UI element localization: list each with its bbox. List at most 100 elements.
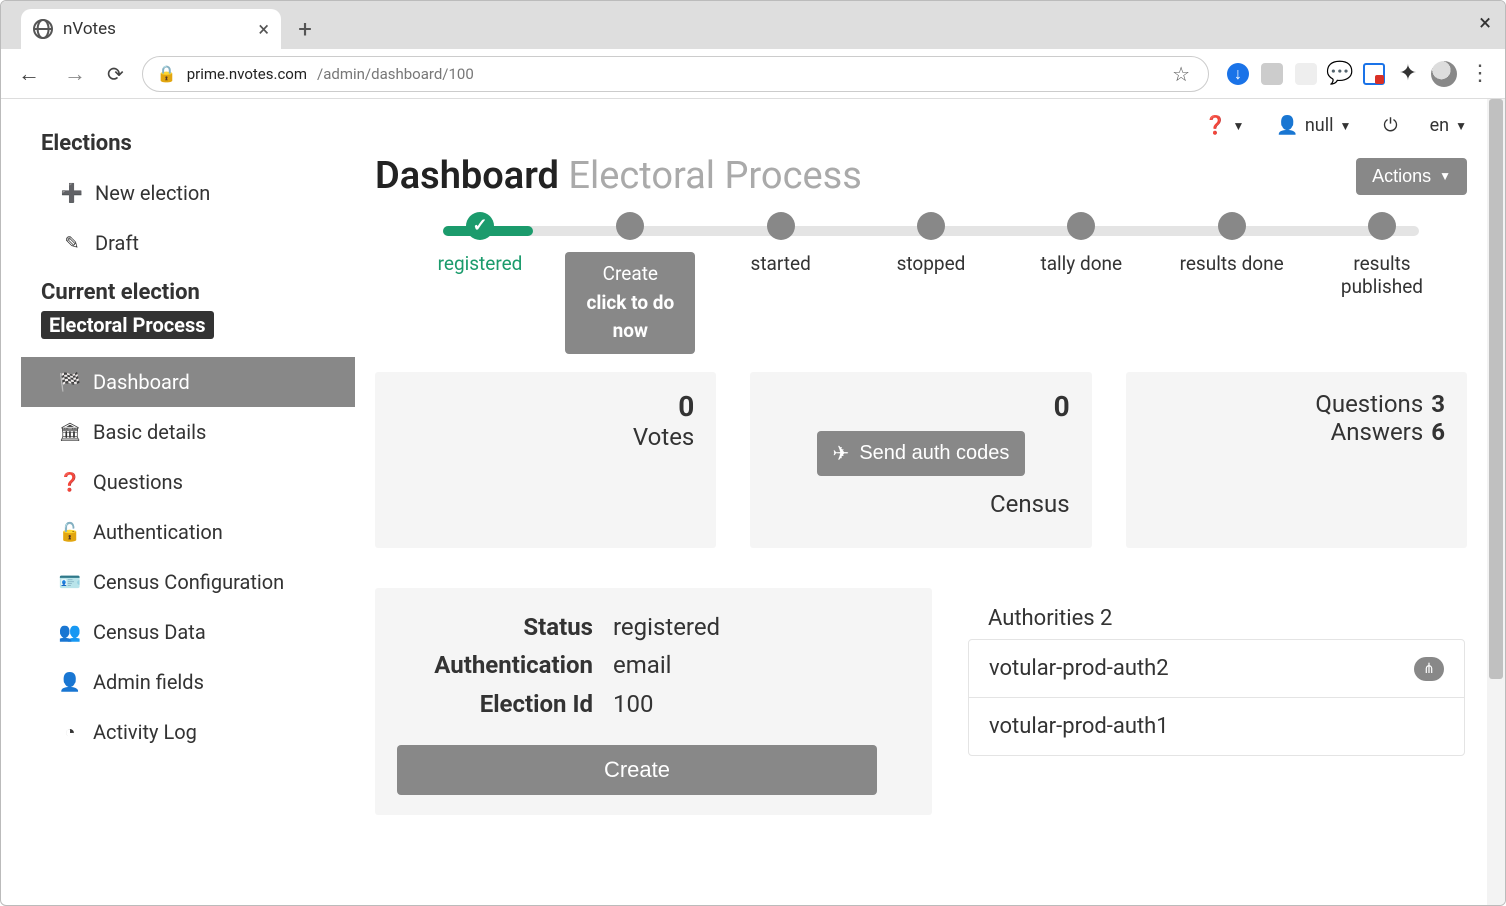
caret-down-icon: ▼: [1439, 169, 1451, 183]
nav-label: Admin fields: [93, 670, 204, 694]
popup-line-2: click to do now: [579, 289, 681, 346]
extension-icon[interactable]: 💬: [1329, 63, 1351, 85]
top-toolbar: ❓ ▼ 👤 null ▼ ⏻ en ▼: [375, 115, 1467, 136]
authority-item[interactable]: votular-prod-auth2 ⋔: [969, 640, 1464, 698]
nav-dashboard[interactable]: 🏁 Dashboard: [21, 357, 355, 407]
nav-label: Census Configuration: [93, 570, 284, 594]
authority-item[interactable]: votular-prod-auth1: [969, 698, 1464, 755]
step-results-published[interactable]: results published: [1317, 212, 1447, 298]
extensions-button[interactable]: ✦: [1397, 63, 1419, 85]
sidebar-title: Elections: [21, 119, 355, 168]
step-create-popup[interactable]: Create click to do now: [565, 252, 695, 354]
url-input[interactable]: 🔒 prime.nvotes.com/admin/dashboard/100 ☆: [142, 56, 1209, 92]
language-dropdown[interactable]: en ▼: [1430, 115, 1467, 136]
extension-icon[interactable]: [1261, 63, 1283, 85]
scrollbar-thumb[interactable]: [1489, 99, 1503, 679]
votes-count: 0: [397, 390, 694, 423]
lang-label: en: [1430, 115, 1450, 136]
nav-label: Activity Log: [93, 720, 197, 744]
question-icon: ❓: [59, 472, 81, 493]
nav-admin-fields[interactable]: 👤 Admin fields: [21, 657, 355, 707]
nav-activity-log[interactable]: ◔ Activity Log: [21, 707, 355, 757]
send-auth-codes-button[interactable]: ✈ Send auth codes: [817, 431, 1026, 476]
reload-button[interactable]: ⟳: [107, 62, 124, 86]
caret-down-icon: ▼: [1233, 119, 1245, 133]
browser-tab[interactable]: nVotes ×: [21, 9, 281, 49]
scrollbar-track[interactable]: [1487, 99, 1505, 905]
new-tab-button[interactable]: +: [287, 11, 323, 47]
url-path: /admin/dashboard/100: [317, 65, 474, 83]
nav-questions[interactable]: ❓ Questions: [21, 457, 355, 507]
institution-icon: 🏛: [59, 422, 81, 443]
step-create[interactable]: Create click to do now: [565, 212, 695, 298]
step-dot: [1368, 212, 1396, 240]
questions-label: Questions: [1315, 390, 1423, 418]
edit-icon: ✎: [61, 233, 83, 254]
heading-main: Dashboard: [375, 154, 559, 198]
question-circle-icon: ❓: [1204, 115, 1226, 136]
actions-dropdown[interactable]: Actions ▼: [1356, 158, 1467, 195]
nav-basic-details[interactable]: 🏛 Basic details: [21, 407, 355, 457]
sidebar: Elections ➕ New election ✎ Draft Current…: [1, 99, 355, 905]
network-icon: ⋔: [1414, 657, 1444, 681]
answers-count: 6: [1431, 418, 1445, 446]
new-election-link[interactable]: ➕ New election: [21, 168, 355, 218]
step-registered[interactable]: registered: [415, 212, 545, 298]
current-election-name: Electoral Process: [41, 311, 214, 339]
sidebar-item-label: New election: [95, 181, 210, 205]
draft-link[interactable]: ✎ Draft: [21, 218, 355, 268]
user-dropdown[interactable]: 👤 null ▼: [1276, 115, 1351, 136]
step-results-done[interactable]: results done: [1167, 212, 1297, 298]
create-button[interactable]: Create: [397, 745, 877, 795]
stat-cards: 0 Votes 0 ✈ Send auth codes Census Quest…: [375, 372, 1467, 548]
id-card-icon: 🪪: [59, 572, 81, 593]
extension-icon[interactable]: [1295, 63, 1317, 85]
caret-down-icon: ▼: [1339, 119, 1351, 133]
close-window-icon[interactable]: ×: [1479, 11, 1491, 36]
authorities-list: votular-prod-auth2 ⋔ votular-prod-auth1: [968, 639, 1465, 756]
step-started[interactable]: started: [716, 212, 846, 298]
step-label: tally done: [1041, 252, 1123, 275]
authorities-title: Authorities 2: [966, 588, 1467, 639]
votes-card: 0 Votes: [375, 372, 716, 548]
step-dot: [616, 212, 644, 240]
extension-icon[interactable]: [1363, 63, 1385, 85]
nav-label: Basic details: [93, 420, 206, 444]
census-label: Census: [772, 490, 1069, 518]
browser-menu-icon[interactable]: ⋮: [1469, 61, 1491, 86]
nav-census-data[interactable]: 👥 Census Data: [21, 607, 355, 657]
forward-button[interactable]: →: [61, 61, 89, 87]
step-label: results done: [1180, 252, 1284, 275]
close-tab-icon[interactable]: ×: [258, 17, 269, 41]
profile-avatar[interactable]: [1431, 61, 1457, 87]
authority-name: votular-prod-auth2: [989, 656, 1169, 681]
send-auth-label: Send auth codes: [859, 442, 1009, 465]
help-dropdown[interactable]: ❓ ▼: [1204, 115, 1244, 136]
power-button[interactable]: ⏻: [1383, 115, 1397, 136]
questions-count: 3: [1431, 390, 1445, 418]
user-label: null: [1305, 115, 1334, 136]
step-dot: [917, 212, 945, 240]
nav-label: Questions: [93, 470, 183, 494]
address-bar: ← → ⟳ 🔒 prime.nvotes.com/admin/dashboard…: [1, 49, 1505, 99]
election-id-key: Election Id: [403, 685, 613, 723]
step-label: started: [751, 252, 811, 275]
unlock-icon: 🔓: [59, 522, 81, 543]
election-info-card: Statusregistered Authenticationemail Ele…: [375, 588, 932, 815]
plus-circle-icon: ➕: [61, 183, 83, 204]
extension-icon[interactable]: ↓: [1227, 63, 1249, 85]
bookmark-icon[interactable]: ☆: [1172, 62, 1190, 86]
globe-icon: [33, 19, 53, 39]
nav-authentication[interactable]: 🔓 Authentication: [21, 507, 355, 557]
power-icon: ⏻: [1383, 115, 1397, 136]
step-tally-done[interactable]: tally done: [1016, 212, 1146, 298]
nav-census-config[interactable]: 🪪 Census Configuration: [21, 557, 355, 607]
step-stopped[interactable]: stopped: [866, 212, 996, 298]
back-button[interactable]: ←: [15, 61, 43, 87]
election-id-value: 100: [613, 685, 653, 723]
tab-strip: nVotes × + ×: [1, 1, 1505, 49]
authority-name: votular-prod-auth1: [989, 714, 1169, 739]
nav-label: Dashboard: [93, 370, 190, 394]
paper-plane-icon: ✈: [833, 441, 850, 466]
auth-key: Authentication: [403, 646, 613, 684]
